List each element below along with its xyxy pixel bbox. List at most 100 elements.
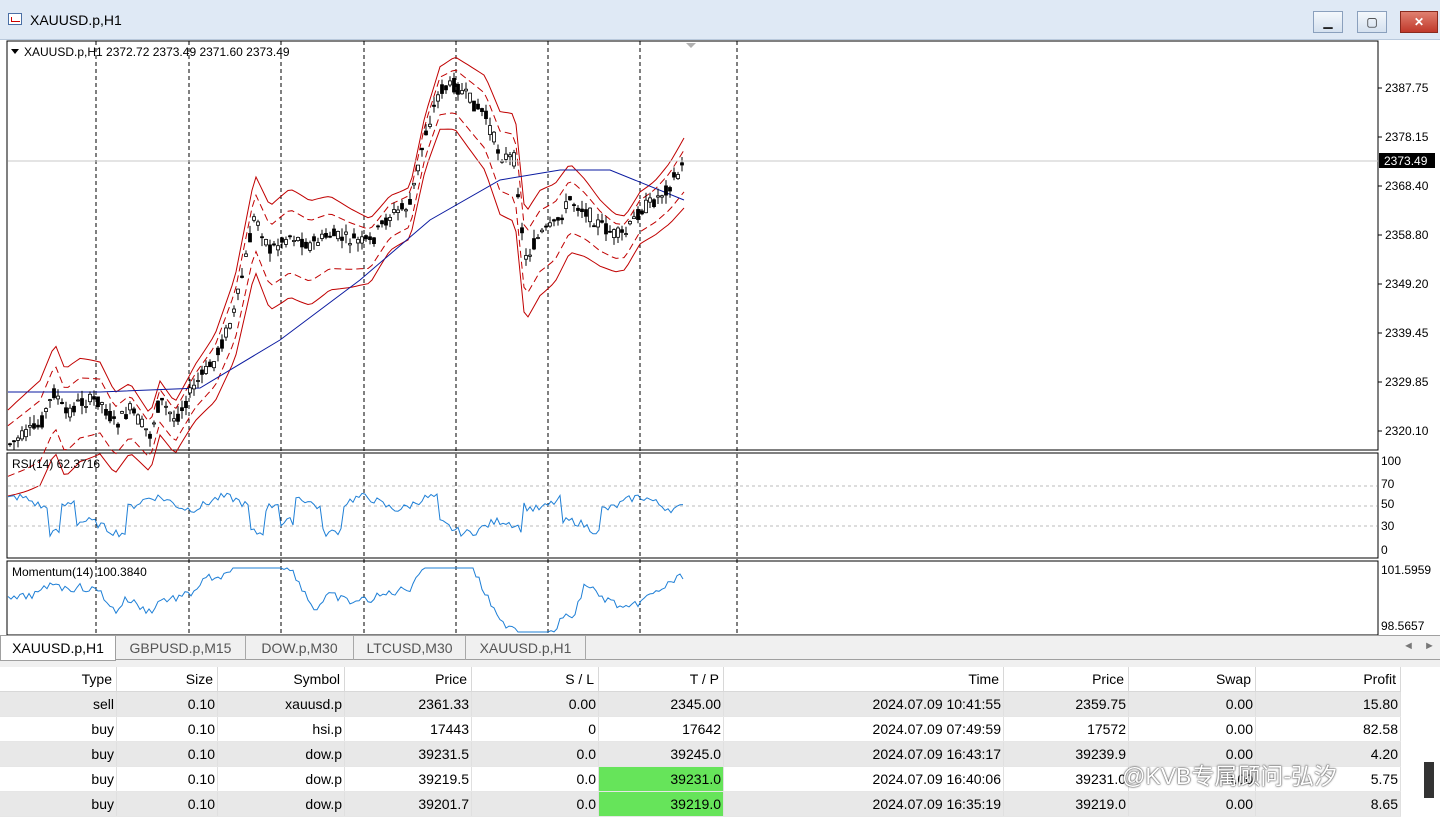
order-time: 2024.07.09 10:41:55: [723, 691, 1004, 717]
candle-body: [608, 230, 612, 233]
candle-body: [384, 217, 388, 226]
rsi-label: RSI(14) 62.3716: [12, 457, 100, 471]
candle-body: [132, 408, 136, 414]
candle-body: [440, 84, 444, 94]
candle-body: [176, 413, 180, 422]
orders-table: Type Size Symbol Price S / L T / P Time …: [0, 667, 1401, 817]
tab-ltcusd-m30[interactable]: LTCUSD,M30: [354, 636, 466, 660]
order-row[interactable]: sell 0.10 xauusd.p 2361.33 0.00 2345.00 …: [0, 691, 1401, 717]
col-time[interactable]: Time: [723, 667, 1004, 692]
candle-body: [332, 228, 336, 237]
col-current-price[interactable]: Price: [1003, 667, 1129, 692]
order-size: 0.10: [116, 741, 218, 767]
tab-gbpusd-m15[interactable]: GBPUSD.p,M15: [116, 636, 246, 660]
order-sl: 0.00: [471, 691, 599, 717]
candle-body: [636, 209, 640, 220]
candle-body: [172, 418, 176, 422]
candle-body: [432, 104, 436, 107]
price-axis: 2387.75 2378.15 2368.40 2358.80 2349.20 2339.…: [1378, 81, 1429, 438]
order-size: 0.10: [116, 791, 218, 817]
minimize-button[interactable]: ▁: [1313, 11, 1343, 33]
col-size[interactable]: Size: [116, 667, 218, 692]
order-symbol: dow.p: [217, 791, 345, 817]
candle-body: [60, 401, 64, 404]
lower-band: [7, 128, 685, 497]
order-symbol: hsi.p: [217, 716, 345, 742]
rsi-axis-label: 100: [1381, 454, 1401, 468]
momentum-axis-label: 98.5657: [1381, 619, 1425, 633]
candle-body: [504, 153, 508, 160]
candle-body: [424, 130, 428, 136]
col-symbol[interactable]: Symbol: [217, 667, 345, 692]
maximize-button[interactable]: ▢: [1357, 11, 1387, 33]
candle-body: [484, 110, 488, 119]
candle-body: [268, 244, 272, 254]
candle-body: [148, 433, 152, 439]
price-label: 2368.40: [1385, 179, 1429, 193]
tab-next-arrow-icon[interactable]: ►: [1424, 640, 1435, 652]
candle-body: [600, 220, 604, 223]
price-chart[interactable]: 2387.75 2378.15 2368.40 2358.80 2349.20 2339.…: [0, 40, 1440, 636]
tab-prev-arrow-icon[interactable]: ◄: [1403, 640, 1414, 652]
candle-body: [316, 242, 320, 246]
chart-tabs: XAUUSD.p,H1 GBPUSD.p,M15 DOW.p,M30 LTCUS…: [0, 635, 1440, 661]
price-label: 2358.80: [1385, 228, 1429, 242]
candle-body: [188, 387, 192, 394]
chart-menu-triangle-icon[interactable]: [11, 49, 19, 54]
order-current-price: 17572: [1003, 716, 1129, 742]
candle-body: [620, 229, 624, 233]
candle-body: [24, 429, 28, 438]
candle-body: [364, 235, 368, 240]
col-type[interactable]: Type: [0, 667, 117, 692]
order-row[interactable]: buy 0.10 hsi.p 17443 0 17642 2024.07.09 …: [0, 716, 1401, 742]
candle-body: [220, 339, 224, 349]
candle-body: [536, 237, 540, 239]
order-row[interactable]: buy 0.10 dow.p 39201.7 0.0 39219.0 2024.…: [0, 791, 1401, 817]
tab-dow-m30[interactable]: DOW.p,M30: [246, 636, 354, 660]
candle-body: [84, 405, 88, 408]
order-price: 39231.5: [344, 741, 472, 767]
candle-body: [36, 424, 40, 428]
candle-body: [416, 164, 420, 172]
candle-body: [648, 197, 652, 203]
col-swap[interactable]: Swap: [1128, 667, 1256, 692]
chart-shift-marker: [686, 43, 696, 48]
candle-body: [576, 207, 580, 211]
tab-xauusd-h1[interactable]: XAUUSD.p,H1: [0, 636, 116, 661]
candle-body: [588, 207, 592, 223]
col-price[interactable]: Price: [344, 667, 472, 692]
chart-area[interactable]: 2387.75 2378.15 2368.40 2358.80 2349.20 2339.…: [0, 40, 1440, 636]
candle-body: [88, 393, 92, 403]
col-sl[interactable]: S / L: [471, 667, 599, 692]
candle-body: [372, 237, 376, 245]
col-profit[interactable]: Profit: [1255, 667, 1401, 692]
candle-body: [96, 396, 100, 407]
vertical-scrollbar[interactable]: [1424, 762, 1434, 798]
close-button[interactable]: ✕: [1400, 11, 1438, 33]
order-price: 17443: [344, 716, 472, 742]
order-time: 2024.07.09 16:40:06: [723, 766, 1004, 792]
candle-body: [584, 209, 588, 217]
candle-body: [328, 235, 332, 238]
tab-xauusd-h1-2[interactable]: XAUUSD.p,H1: [466, 636, 586, 660]
candle-body: [64, 407, 68, 414]
candle-body: [476, 103, 480, 110]
order-sl: 0: [471, 716, 599, 742]
order-size: 0.10: [116, 766, 218, 792]
period-separators: [95, 41, 738, 635]
candle-body: [628, 220, 632, 225]
order-time: 2024.07.09 07:49:59: [723, 716, 1004, 742]
candle-body: [392, 209, 396, 213]
candle-body: [544, 225, 548, 228]
rsi-indicator: [7, 485, 1377, 538]
candle-body: [604, 223, 608, 235]
price-label: 2378.15: [1385, 130, 1429, 144]
order-size: 0.10: [116, 691, 218, 717]
candle-body: [436, 94, 440, 102]
candle-body: [56, 395, 60, 400]
chart-window-icon: [8, 13, 22, 25]
candle-body: [200, 369, 204, 375]
col-tp[interactable]: T / P: [598, 667, 724, 692]
candle-body: [292, 239, 296, 242]
candle-body: [660, 195, 664, 198]
